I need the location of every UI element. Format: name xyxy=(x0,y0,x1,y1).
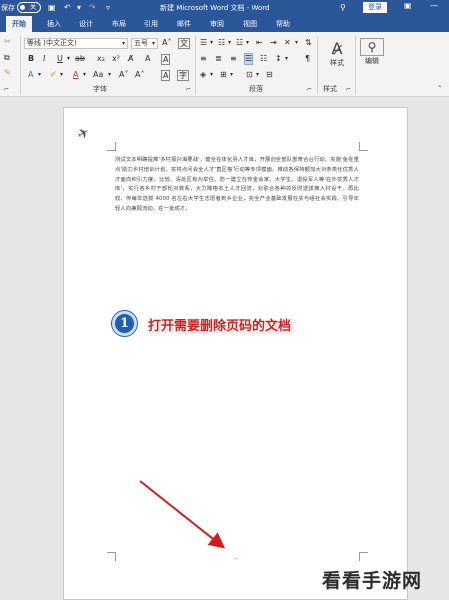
arrow-line xyxy=(139,480,226,549)
site-watermark: 看看手游网 xyxy=(322,570,423,592)
pointer-arrow xyxy=(139,480,226,549)
